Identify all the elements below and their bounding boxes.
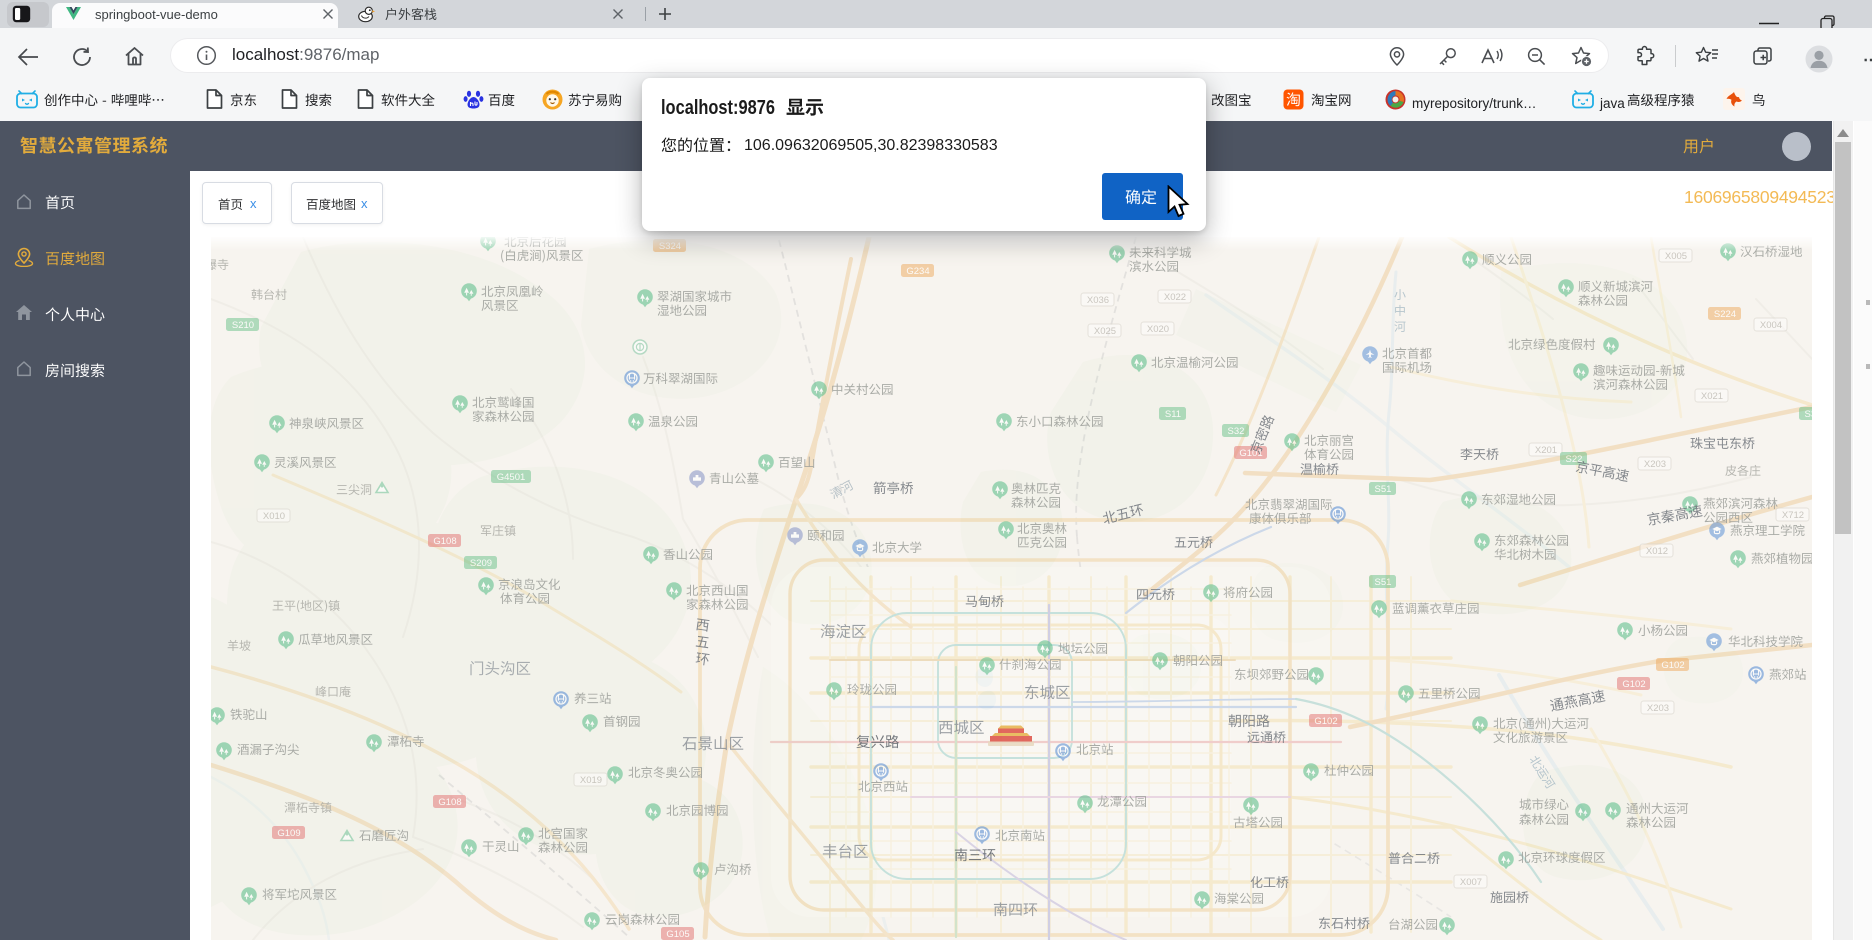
svg-text:X019: X019	[580, 775, 602, 786]
svg-text:X201: X201	[1535, 445, 1557, 456]
svg-text:X007: X007	[1460, 877, 1482, 888]
svg-text:G102: G102	[1622, 679, 1645, 690]
svg-text:S224: S224	[1714, 309, 1736, 320]
svg-text:X203: X203	[1644, 459, 1666, 470]
svg-text:S51: S51	[1375, 484, 1392, 495]
svg-text:G234: G234	[906, 266, 929, 277]
svg-text:X021: X021	[1701, 391, 1723, 402]
svg-text:G108: G108	[433, 536, 456, 547]
svg-text:X712: X712	[1782, 510, 1804, 521]
svg-text:X203: X203	[1647, 703, 1669, 714]
svg-text:X012: X012	[1646, 546, 1668, 557]
svg-text:X004: X004	[1760, 320, 1782, 331]
svg-text:X036: X036	[1087, 295, 1109, 306]
svg-text:X005: X005	[1665, 251, 1687, 262]
svg-text:X010: X010	[263, 511, 285, 522]
svg-text:S22: S22	[1566, 454, 1583, 465]
svg-text:S51: S51	[1375, 577, 1392, 588]
svg-text:S32: S32	[1228, 426, 1245, 437]
svg-text:G102: G102	[1314, 716, 1337, 727]
svg-text:S11: S11	[1165, 409, 1181, 420]
svg-text:S210: S210	[232, 320, 254, 331]
svg-text:X025: X025	[1094, 326, 1116, 337]
svg-text:S32: S32	[1805, 409, 1812, 420]
svg-text:G108: G108	[438, 797, 461, 808]
svg-text:X022: X022	[1164, 292, 1186, 303]
svg-text:G105: G105	[666, 929, 689, 940]
svg-text:G4501: G4501	[497, 472, 526, 483]
svg-text:S209: S209	[470, 558, 492, 569]
svg-text:G102: G102	[1661, 660, 1684, 671]
svg-text:X020: X020	[1147, 324, 1169, 335]
svg-text:G109: G109	[277, 828, 300, 839]
